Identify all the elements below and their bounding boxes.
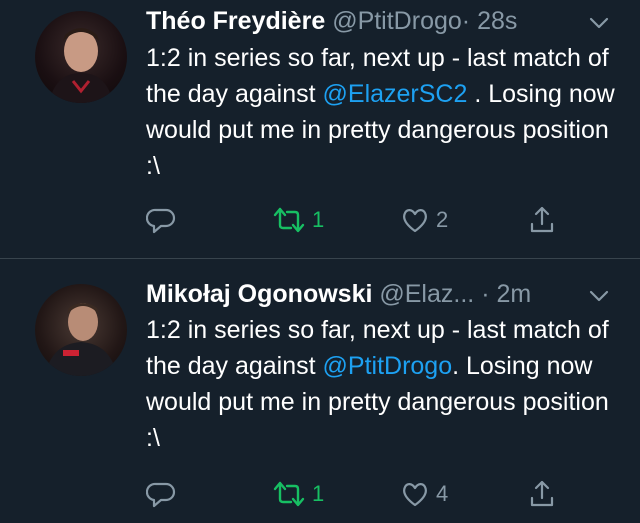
retweet-icon <box>273 481 305 507</box>
separator-dot: · <box>481 280 490 308</box>
tweet-text: 1:2 in series so far, next up - last mat… <box>146 40 616 184</box>
tweet-header: Mikołaj Ogonowski @Elaz... · 2m <box>146 280 531 309</box>
avatar[interactable] <box>35 284 127 376</box>
author-name[interactable]: Mikołaj Ogonowski <box>146 280 372 308</box>
share-icon <box>530 480 554 507</box>
tweet-text: 1:2 in series so far, next up - last mat… <box>146 312 616 456</box>
timestamp[interactable]: 28s <box>477 7 517 35</box>
tweet[interactable]: Théo Freydière @PtitDrogo· 28s 1:2 in se… <box>0 0 640 258</box>
mention-link[interactable]: @ElazerSC2 <box>323 80 468 108</box>
mention-link[interactable]: @PtitDrogo <box>323 352 453 380</box>
author-name[interactable]: Théo Freydière <box>146 7 325 35</box>
like-icon <box>403 483 427 507</box>
tweet-actions: 1 2 <box>0 200 640 240</box>
like-icon <box>403 209 427 233</box>
retweet-count: 1 <box>312 207 325 232</box>
timestamp[interactable]: 2m <box>496 280 531 308</box>
retweet-button[interactable]: 1 <box>272 200 324 240</box>
share-button[interactable] <box>527 200 557 240</box>
retweet-count: 1 <box>312 481 325 506</box>
tweet-header: Théo Freydière @PtitDrogo· 28s <box>146 7 517 36</box>
like-count: 2 <box>436 207 449 232</box>
like-button[interactable]: 4 <box>400 474 448 514</box>
reply-icon <box>146 482 176 508</box>
share-button[interactable] <box>527 474 557 514</box>
tweet[interactable]: Mikołaj Ogonowski @Elaz... · 2m 1:2 in s… <box>0 259 640 523</box>
reply-button[interactable] <box>146 474 176 514</box>
reply-button[interactable] <box>146 200 176 240</box>
author-handle[interactable]: @Elaz... <box>379 280 474 308</box>
retweet-icon <box>273 207 305 233</box>
chevron-down-icon[interactable] <box>588 285 610 307</box>
reply-icon <box>146 208 176 234</box>
retweet-button[interactable]: 1 <box>272 474 324 514</box>
chevron-down-icon[interactable] <box>588 12 610 34</box>
tweet-actions: 1 4 <box>0 474 640 514</box>
author-handle[interactable]: @PtitDrogo <box>332 7 462 35</box>
separator-dot: · <box>461 7 471 35</box>
avatar[interactable] <box>35 11 127 103</box>
like-count: 4 <box>436 481 449 506</box>
share-icon <box>530 206 554 233</box>
like-button[interactable]: 2 <box>400 200 448 240</box>
